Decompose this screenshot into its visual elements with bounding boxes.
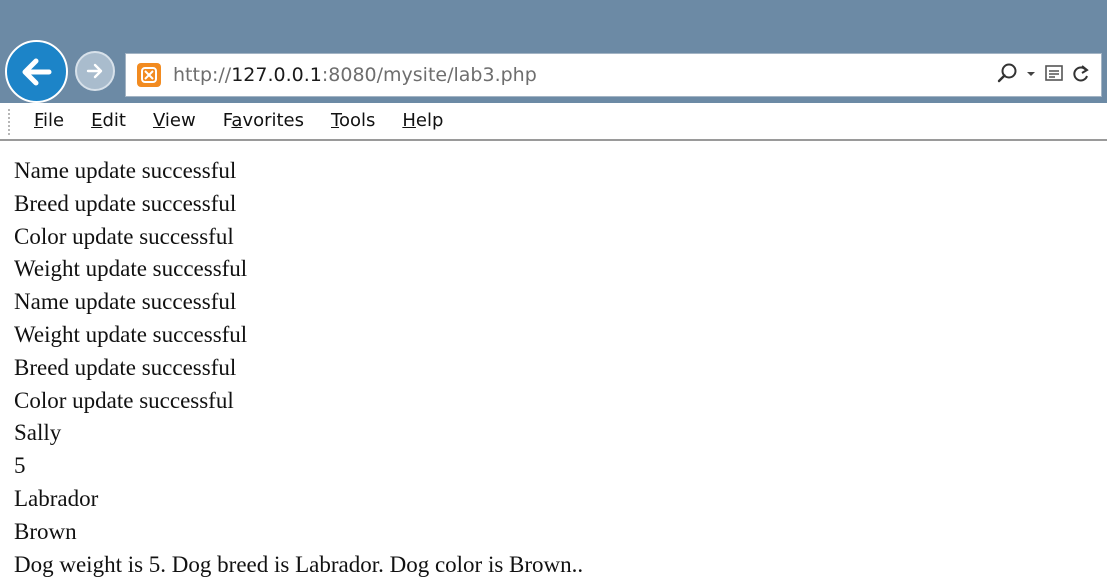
chevron-down-icon[interactable] xyxy=(1025,62,1037,89)
output-line: 5 xyxy=(14,453,26,479)
page-content: Name update successful Breed update succ… xyxy=(14,155,583,581)
menu-favorites[interactable]: Favorites xyxy=(223,110,304,131)
output-line: Color update successful xyxy=(14,387,234,413)
menu-edit[interactable]: Edit xyxy=(91,110,126,131)
menu-tools-rest: ools xyxy=(338,110,376,131)
back-arrow-icon xyxy=(22,58,52,86)
menu-items: File Edit View Favorites Tools Help xyxy=(34,110,470,131)
menu-help-accel: H xyxy=(402,110,416,131)
menu-file[interactable]: File xyxy=(34,110,64,131)
output-line: Name update successful xyxy=(14,289,237,315)
output-line: Name update successful xyxy=(14,158,237,183)
refresh-icon[interactable] xyxy=(1071,62,1091,89)
xampp-favicon-icon xyxy=(137,63,161,87)
menu-edit-accel: E xyxy=(91,110,103,131)
output-line: Breed update successful xyxy=(14,190,237,216)
menu-tools[interactable]: Tools xyxy=(331,110,375,131)
menu-help-rest: elp xyxy=(415,110,444,131)
address-bar-tools xyxy=(997,62,1091,88)
url-host: 127.0.0.1 xyxy=(231,64,322,86)
address-bar[interactable]: http://127.0.0.1:8080/mysite/lab3.php xyxy=(125,53,1102,97)
output-line: Weight update successful xyxy=(14,321,248,347)
menu-tools-accel: T xyxy=(331,110,339,131)
url-scheme: http:// xyxy=(173,64,232,86)
menu-bar: File Edit View Favorites Tools Help xyxy=(0,103,1107,141)
menu-view-rest: iew xyxy=(164,110,196,131)
menu-favorites-accel: a xyxy=(231,110,243,131)
compatibility-view-icon[interactable] xyxy=(1043,62,1065,89)
menu-help[interactable]: Help xyxy=(402,110,443,131)
toolbar-grip xyxy=(8,109,12,135)
output-line: Dog weight is 5. Dog breed is Labrador. … xyxy=(14,551,584,577)
menu-favorites-rest: vorites xyxy=(242,110,305,131)
menu-file-accel: F xyxy=(34,110,44,131)
output-line: Breed update successful xyxy=(14,354,237,380)
output-line: Brown xyxy=(14,518,77,544)
output-line: Color update successful xyxy=(14,223,234,249)
menu-edit-rest: dit xyxy=(102,110,126,131)
output-line: Weight update successful xyxy=(14,256,248,282)
search-icon[interactable] xyxy=(997,62,1019,89)
forward-arrow-icon xyxy=(86,63,103,79)
menu-file-rest: ile xyxy=(43,110,65,131)
menu-view-accel: V xyxy=(152,110,165,131)
browser-titlebar: http://127.0.0.1:8080/mysite/lab3.php xyxy=(0,0,1107,103)
output-line: Labrador xyxy=(14,485,99,511)
url-path: :8080/mysite/lab3.php xyxy=(321,64,537,86)
output-line: Sally xyxy=(14,420,62,446)
menu-view[interactable]: View xyxy=(153,110,196,131)
back-button[interactable] xyxy=(5,40,68,103)
url-text[interactable]: http://127.0.0.1:8080/mysite/lab3.php xyxy=(173,63,537,87)
forward-button[interactable] xyxy=(75,51,115,91)
